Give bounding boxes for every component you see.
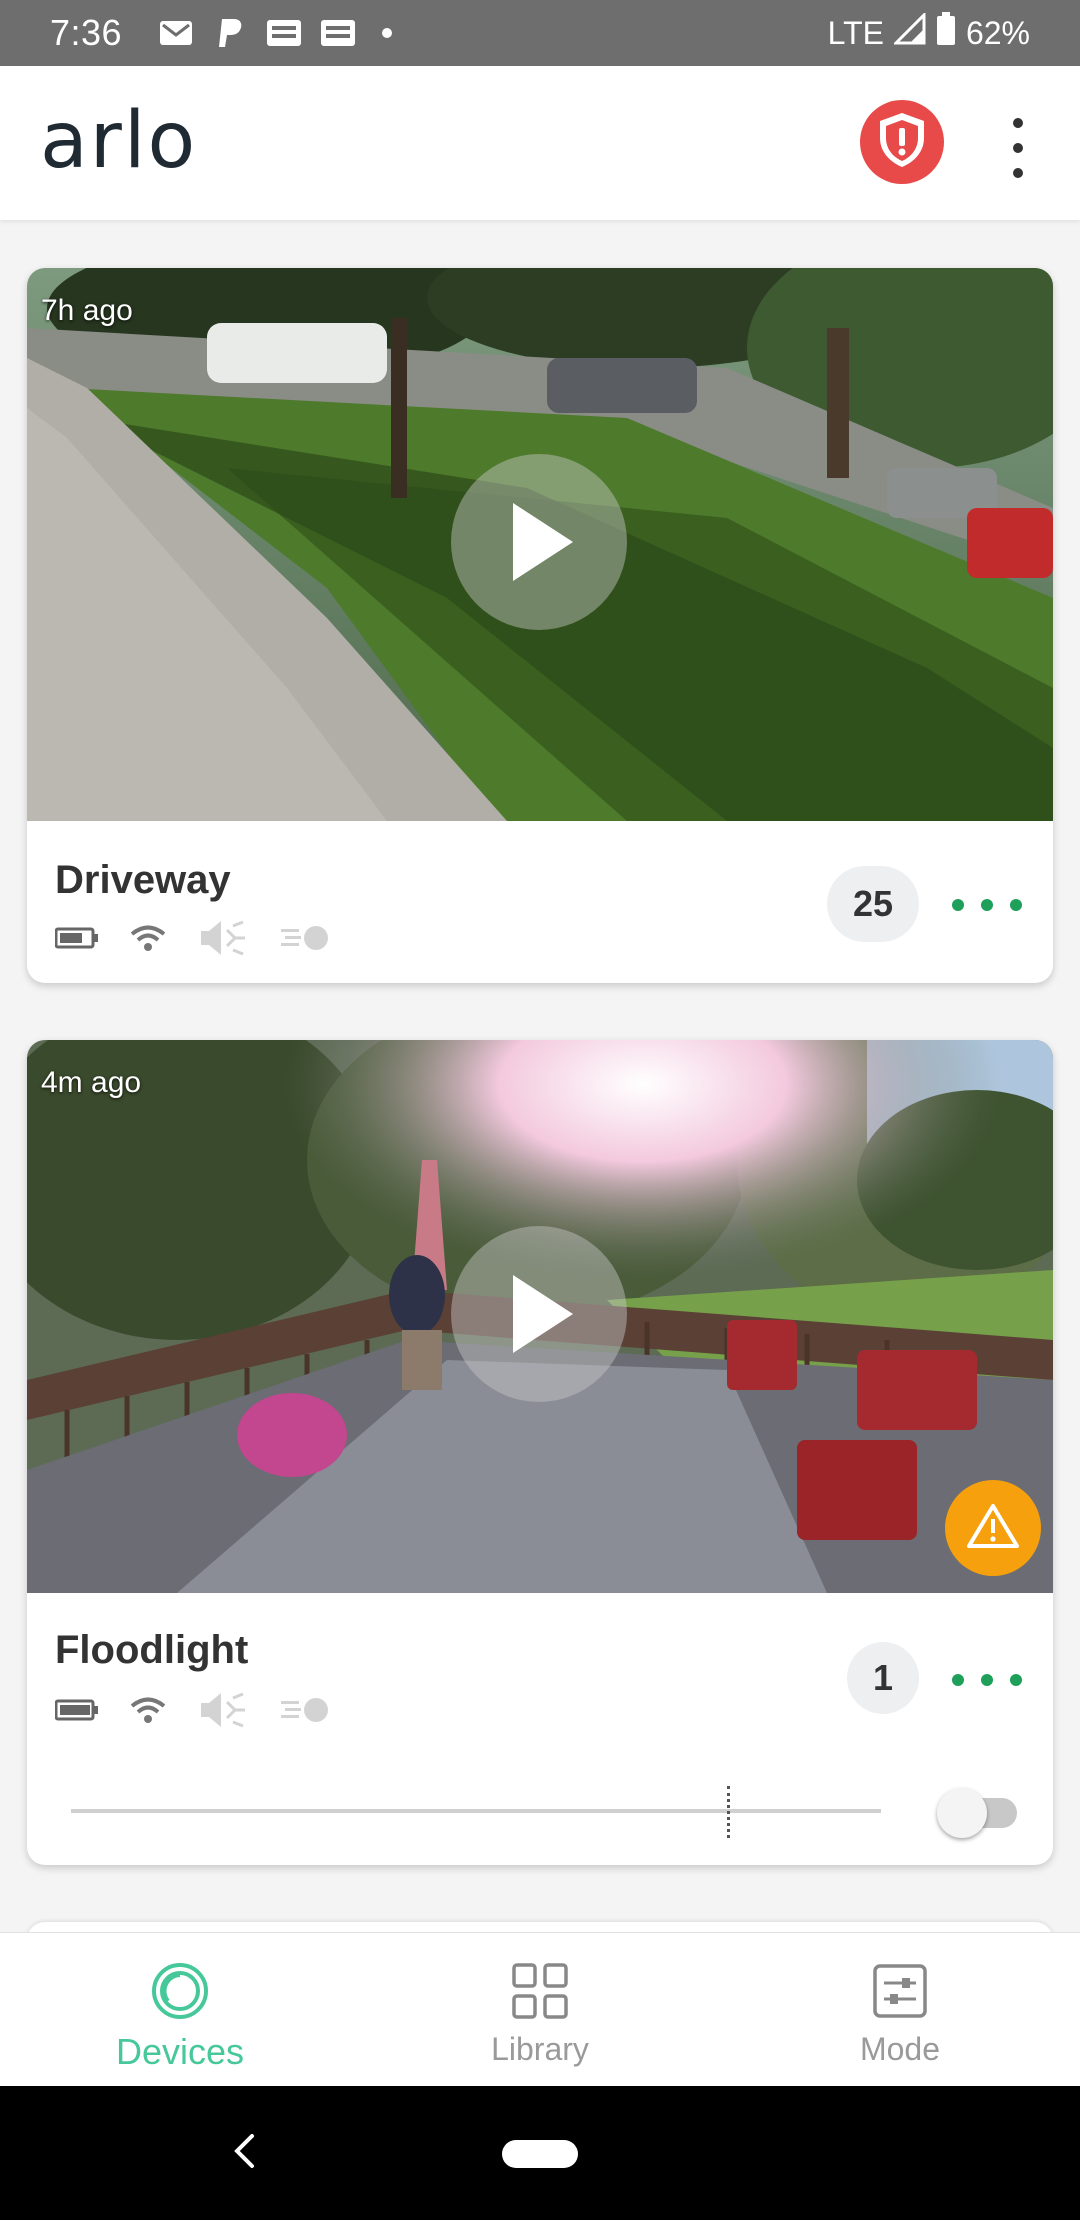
camera-card-floodlight: 4m ago Floodlight 1: [27, 1040, 1053, 1865]
brightness-slider[interactable]: [71, 1809, 881, 1813]
camera-name[interactable]: Driveway: [55, 858, 231, 903]
nav-label: Mode: [859, 2031, 941, 2067]
bottom-navigation: Devices Library Mode: [0, 1932, 1080, 2086]
slider-marker: [727, 1786, 730, 1838]
camera-status-icons: [54, 1690, 331, 1735]
gmail-icon: [158, 19, 194, 47]
speaker-muted-icon: [197, 918, 249, 963]
back-icon: [232, 2133, 256, 2174]
wifi-icon: [129, 1695, 167, 1730]
warning-button[interactable]: [945, 1480, 1041, 1576]
shield-alert-icon: [875, 110, 929, 175]
nav-library[interactable]: Library: [360, 1933, 720, 2086]
status-right: LTE 62%: [828, 0, 1030, 66]
clip-count-badge[interactable]: 1: [847, 1642, 919, 1714]
overflow-menu-button[interactable]: [1000, 118, 1036, 178]
signal-icon: [892, 11, 926, 53]
clip-count-badge[interactable]: 25: [827, 866, 919, 942]
camera-card-driveway: 7h ago Driveway 25: [27, 268, 1053, 983]
more-options-button[interactable]: [952, 1670, 1022, 1690]
floodlight-toggle[interactable]: [937, 1788, 1017, 1838]
play-button[interactable]: [451, 454, 627, 630]
security-shield-button[interactable]: [860, 100, 944, 184]
motion-icon: [279, 923, 331, 958]
library-icon: [511, 1959, 569, 2023]
last-seen-label: 4m ago: [41, 1066, 142, 1099]
motion-icon: [279, 1695, 331, 1730]
nav-label: Library: [491, 2031, 589, 2067]
notification-icons: [158, 19, 393, 47]
battery-icon: [54, 926, 99, 955]
paypal-icon: [212, 19, 248, 47]
battery-percent: 62%: [965, 14, 1030, 51]
last-seen-label: 7h ago: [41, 294, 133, 327]
arlo-logo: arlo: [40, 96, 198, 186]
network-type: LTE: [827, 14, 884, 51]
dot-icon: [382, 28, 393, 38]
status-bar: 7:36 LTE 62%: [0, 0, 1080, 66]
nav-label: Devices: [115, 2031, 245, 2072]
system-navigation-bar: [0, 2086, 1080, 2220]
nav-mode[interactable]: Mode: [720, 1933, 1080, 2086]
warning-icon: [966, 1502, 1020, 1555]
camera-name[interactable]: Floodlight: [55, 1628, 248, 1673]
ge-icon: [266, 19, 302, 47]
wifi-icon: [129, 923, 167, 958]
home-button[interactable]: [502, 2140, 578, 2168]
camera-thumbnail[interactable]: 7h ago: [27, 268, 1053, 821]
devices-icon: [150, 1959, 210, 2023]
ge-icon: [320, 19, 356, 47]
status-time: 7:36: [50, 12, 123, 53]
more-options-button[interactable]: [952, 895, 1022, 915]
mode-icon: [872, 1959, 928, 2023]
back-button[interactable]: [224, 2130, 264, 2176]
app-bar: arlo: [0, 66, 1080, 220]
nav-devices[interactable]: Devices: [0, 1933, 360, 2086]
battery-icon: [54, 1698, 99, 1727]
play-button[interactable]: [451, 1226, 627, 1402]
speaker-muted-icon: [197, 1690, 249, 1735]
camera-status-icons: [54, 918, 331, 963]
battery-status-icon: [936, 12, 956, 54]
camera-thumbnail[interactable]: 4m ago: [27, 1040, 1053, 1593]
